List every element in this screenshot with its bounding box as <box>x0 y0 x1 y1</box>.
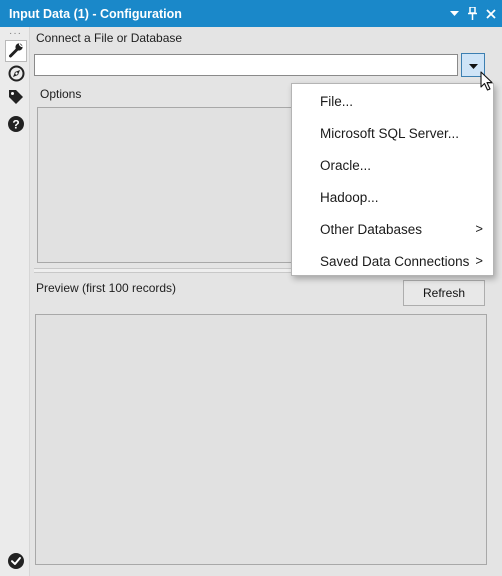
menu-item-oracle[interactable]: Oracle... <box>292 150 493 180</box>
connection-dropdown-menu: File... Microsoft SQL Server... Oracle..… <box>291 83 494 276</box>
help-icon: ? <box>8 115 24 135</box>
menu-item-file[interactable]: File... <box>292 86 493 116</box>
sidebar-item-layout[interactable] <box>5 64 27 86</box>
connection-input[interactable] <box>34 54 458 76</box>
preview-label: Preview (first 100 records) <box>36 281 177 295</box>
menu-item-label: Saved Data Connections <box>320 253 470 269</box>
options-panel <box>37 107 297 263</box>
menu-item-sql-server[interactable]: Microsoft SQL Server... <box>292 118 493 148</box>
connect-label: Connect a File or Database <box>36 31 183 45</box>
compass-icon <box>8 65 25 85</box>
window-title: Input Data (1) - Configuration <box>9 6 182 21</box>
menu-item-saved-data-connections[interactable]: Saved Data Connections > <box>292 246 493 276</box>
menu-item-label: Other Databases <box>320 221 423 237</box>
wrench-icon <box>8 42 24 61</box>
mouse-cursor-icon <box>480 71 494 94</box>
submenu-arrow-icon: > <box>475 221 483 236</box>
window-controls <box>449 0 496 27</box>
sidebar-item-help[interactable]: ? <box>5 114 27 136</box>
chevron-down-icon <box>468 58 478 72</box>
preview-panel <box>35 314 487 565</box>
submenu-arrow-icon: > <box>475 253 483 268</box>
options-label: Options <box>40 87 82 101</box>
menu-item-other-databases[interactable]: Other Databases > <box>292 214 493 244</box>
sidebar-rail: ··· ? <box>0 27 30 576</box>
menu-item-label: File... <box>320 93 354 109</box>
menu-item-label: Microsoft SQL Server... <box>320 125 460 141</box>
sidebar-item-configuration[interactable] <box>5 40 27 62</box>
close-icon[interactable] <box>485 7 496 21</box>
menu-item-label: Oracle... <box>320 157 372 173</box>
window-titlebar: Input Data (1) - Configuration <box>0 0 502 27</box>
chevron-down-icon[interactable] <box>449 7 460 21</box>
grip-dots-icon: ··· <box>9 28 22 39</box>
menu-item-hadoop[interactable]: Hadoop... <box>292 182 493 212</box>
menu-item-label: Hadoop... <box>320 189 379 205</box>
tag-icon <box>8 89 24 108</box>
refresh-button[interactable]: Refresh <box>403 280 485 306</box>
sidebar-item-annotation[interactable] <box>5 87 27 109</box>
check-circle-icon <box>8 553 24 569</box>
pin-icon[interactable] <box>467 7 478 21</box>
svg-text:?: ? <box>12 117 19 131</box>
